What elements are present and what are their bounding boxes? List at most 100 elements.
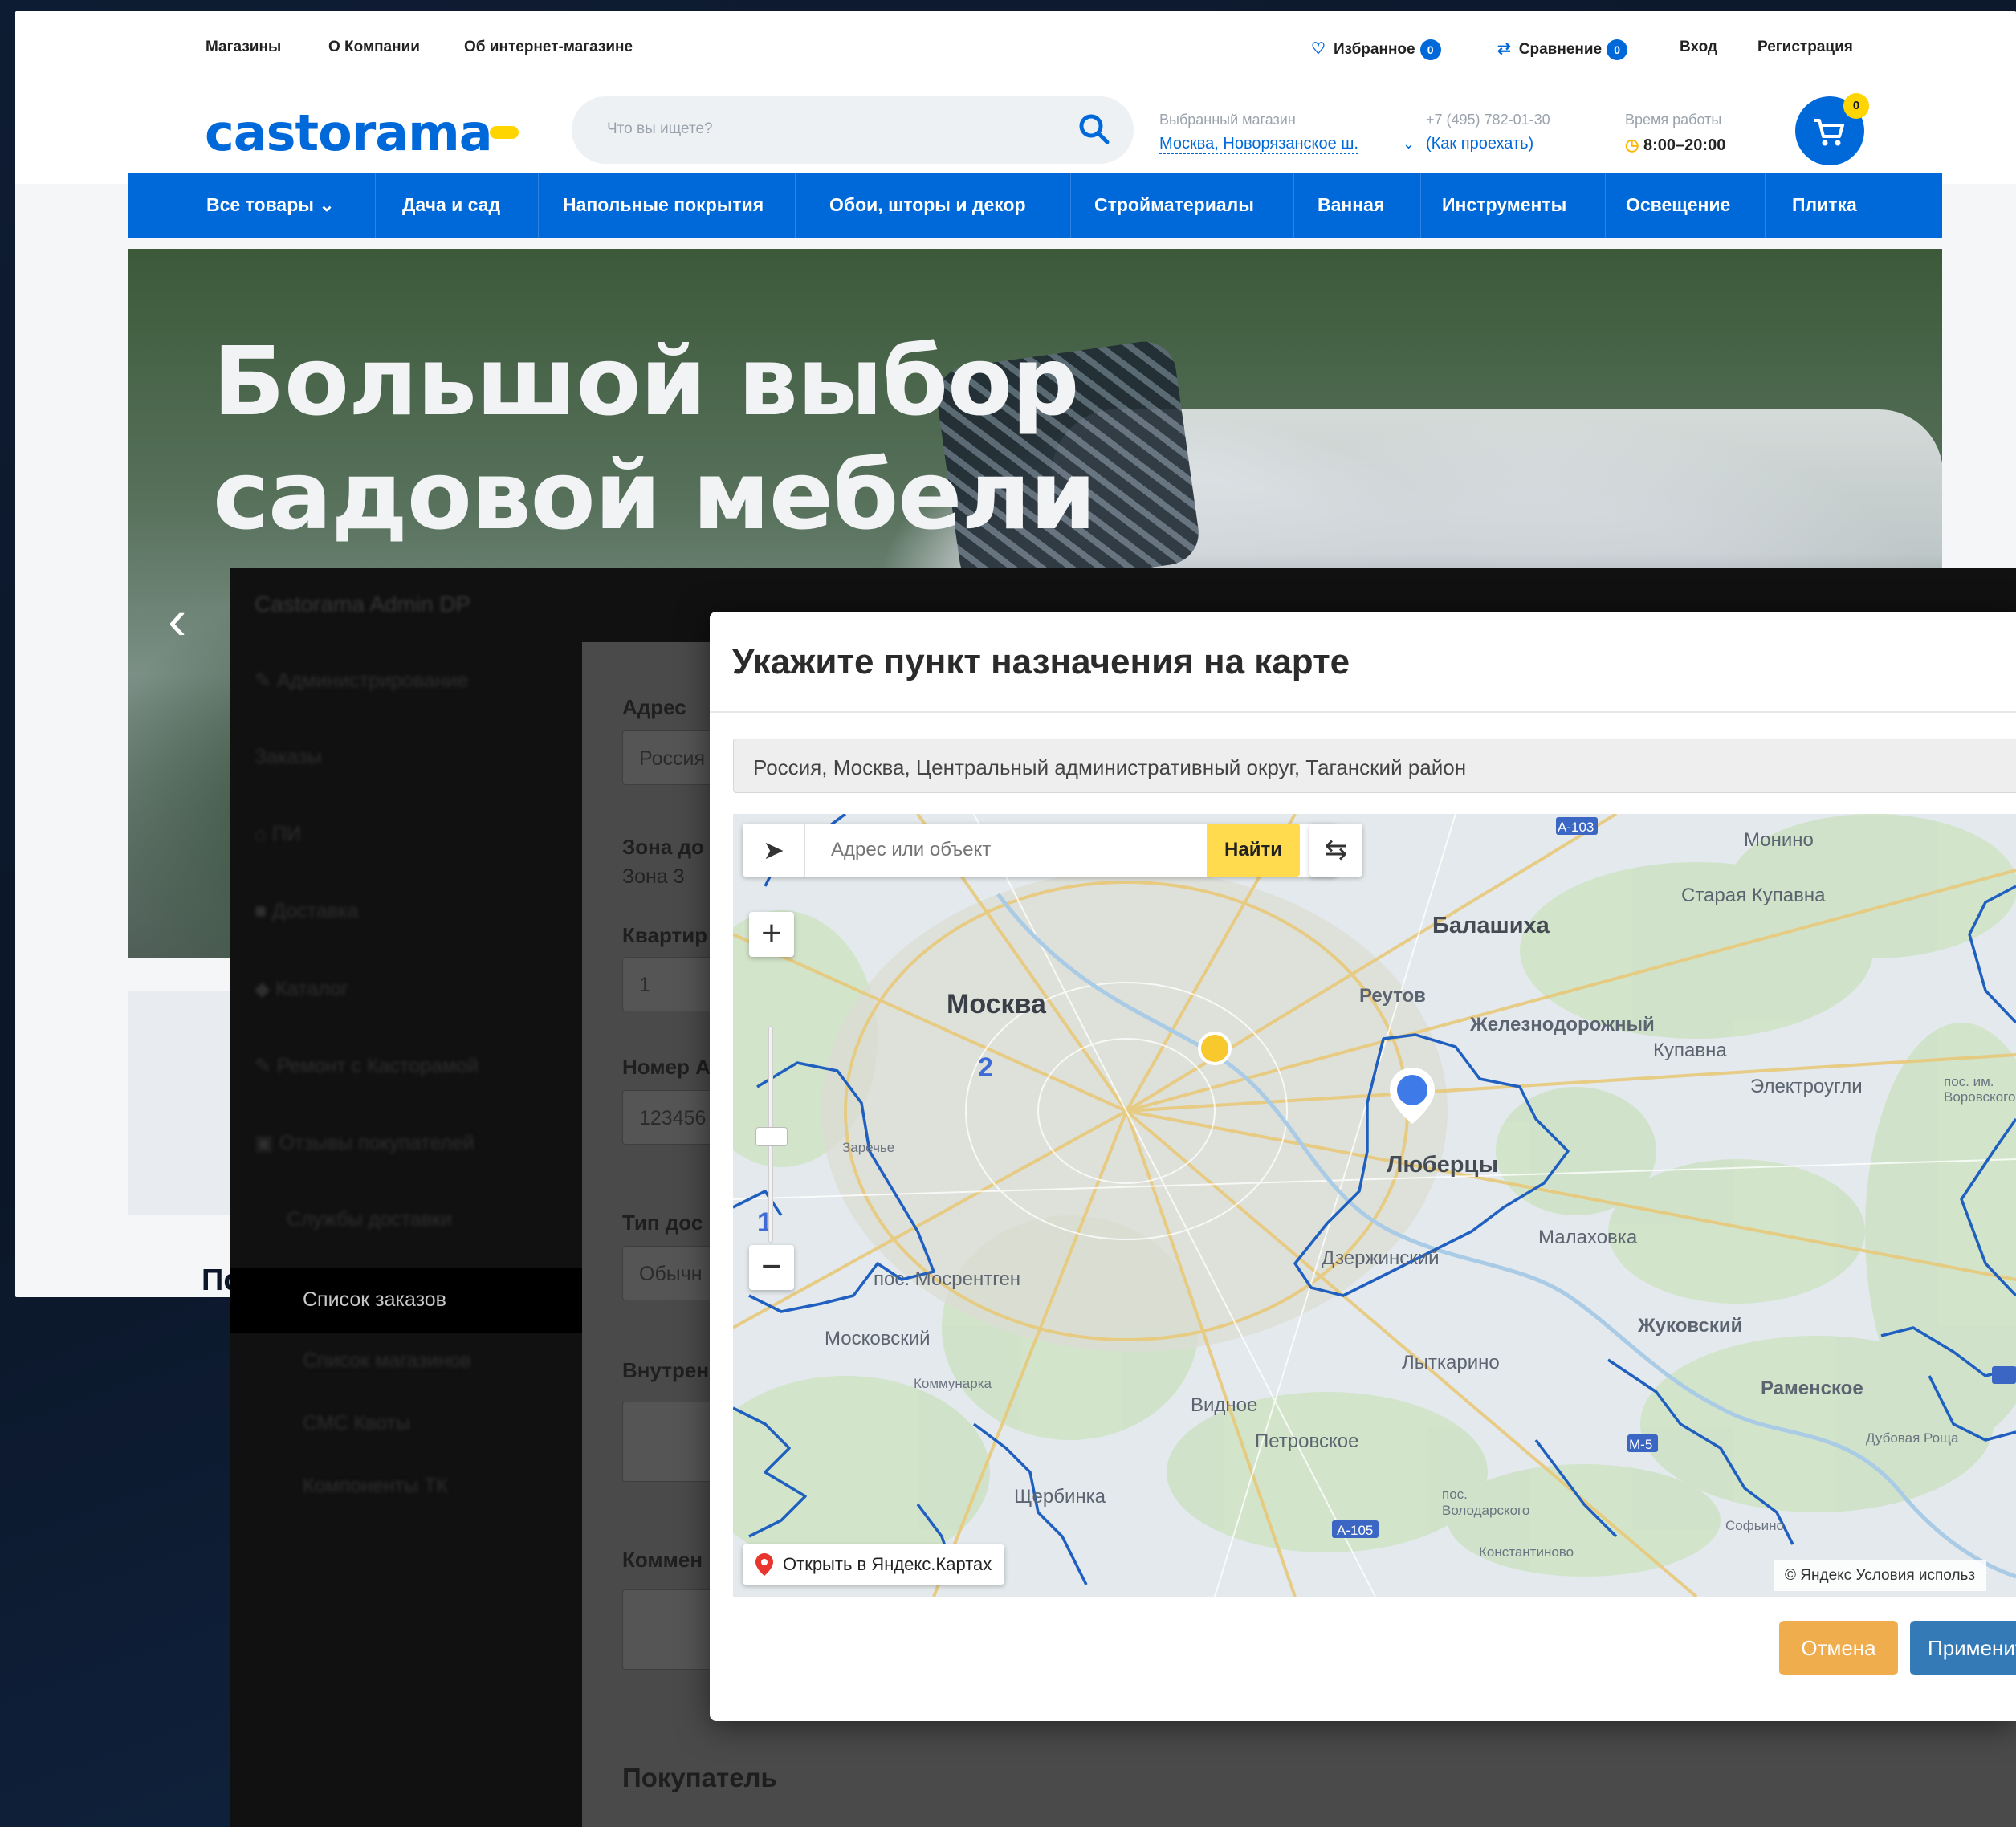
- sidebar-item-label: Каталог: [275, 978, 349, 1000]
- sidebar-item-renovation[interactable]: ✎ Ремонт с Касторамой: [255, 1054, 479, 1086]
- comment-icon: ▣: [255, 1132, 279, 1154]
- comment-textarea[interactable]: [622, 1589, 719, 1670]
- sidebar-item-reviews[interactable]: ▣ Отзывы покупателей: [255, 1131, 474, 1163]
- map-label-vidnoe: Видное: [1191, 1394, 1258, 1416]
- search-icon[interactable]: [1076, 111, 1113, 148]
- nav-bathroom[interactable]: Ванная: [1318, 173, 1384, 238]
- favorites-label: Избранное: [1333, 41, 1415, 58]
- map-find-button[interactable]: Найти: [1207, 824, 1300, 877]
- hero-title-line-2: садовой мебели: [213, 440, 1096, 551]
- nav-tiles[interactable]: Плитка: [1792, 173, 1857, 238]
- sidebar-item-delivery-services[interactable]: Службы доставки: [287, 1208, 452, 1240]
- top-link-about-shop[interactable]: Об интернет-магазине: [464, 39, 633, 56]
- apply-button[interactable]: Применить: [1910, 1621, 2016, 1675]
- nav-divider: [1293, 173, 1294, 238]
- working-hours: Время работы ◷ 8:00–20:00: [1625, 112, 1725, 155]
- map-label-kommunarka: Коммунарка: [914, 1376, 992, 1391]
- nav-flooring[interactable]: Напольные покрытия: [563, 173, 764, 238]
- nav-divider: [538, 173, 539, 238]
- nav-wallpaper-decor[interactable]: Обои, шторы и декор: [829, 173, 1026, 238]
- selected-shop-value[interactable]: Москва, Новорязанское ш.: [1159, 135, 1358, 154]
- geolocation-arrow-icon[interactable]: ➤: [743, 824, 805, 877]
- sidebar-item-catalog[interactable]: ◆ Каталог: [255, 977, 348, 1009]
- nav-building-materials[interactable]: Стройматериалы: [1094, 173, 1254, 238]
- route-icon[interactable]: ⇆: [1309, 824, 1362, 877]
- map-search-control: ➤ Найти: [743, 824, 1337, 877]
- sidebar-item-order-list[interactable]: Список заказов: [230, 1268, 582, 1333]
- map-label-malakhovka: Малаховка: [1538, 1227, 1638, 1248]
- number-input[interactable]: 123456: [622, 1090, 719, 1145]
- apartment-input[interactable]: 1: [622, 957, 719, 1011]
- modal-divider: [710, 711, 2016, 713]
- map-label-dubovaya-roshcha: Дубовая Роща: [1866, 1430, 1959, 1446]
- zoom-in-button[interactable]: +: [749, 912, 794, 957]
- sidebar-item-orders[interactable]: Заказы: [255, 746, 322, 778]
- tag-icon: ◆: [255, 978, 276, 1000]
- cart-button[interactable]: 0: [1795, 93, 1869, 165]
- map-search-input[interactable]: [831, 827, 1192, 873]
- sidebar-item-components[interactable]: Компоненты ТК: [303, 1475, 448, 1507]
- favorites-count-badge: 0: [1419, 39, 1441, 60]
- map-pin-icon: [755, 1553, 773, 1576]
- nav-tools[interactable]: Инструменты: [1442, 173, 1566, 238]
- admin-title: Castorama Admin DP: [255, 592, 471, 616]
- map-label-district-2: 2: [978, 1052, 993, 1083]
- map-canvas[interactable]: [733, 814, 2016, 1597]
- internal-comment-textarea[interactable]: [622, 1402, 719, 1482]
- nav-garden[interactable]: Дача и сад: [402, 173, 500, 238]
- hero-title-line-1: Большой выбор: [213, 326, 1080, 437]
- sidebar-item-shop-list[interactable]: Список магазинов: [303, 1349, 471, 1381]
- register-link[interactable]: Регистрация: [1757, 39, 1853, 56]
- destination-address-field[interactable]: Россия, Москва, Центральный администрати…: [733, 739, 2016, 793]
- store-search-bar[interactable]: Что вы ищете?: [572, 96, 1134, 164]
- clock-icon: ◷: [1625, 136, 1639, 154]
- number-label: Номер А: [622, 1055, 711, 1079]
- brush-icon: ✎: [255, 1055, 277, 1077]
- sidebar-item-admin[interactable]: ✎ Администрирование: [255, 669, 468, 701]
- internal-comment-label: Внутрен: [622, 1358, 710, 1382]
- cancel-button[interactable]: Отмена: [1779, 1621, 1898, 1675]
- selected-shop[interactable]: Выбранный магазин Москва, Новорязанское …: [1159, 112, 1358, 154]
- working-hours-value: ◷ 8:00–20:00: [1625, 135, 1725, 155]
- map-copyright: © Яндекс Условия использ: [1774, 1560, 1987, 1591]
- terms-of-use-link[interactable]: Условия использ: [1855, 1567, 1975, 1584]
- phone-block: +7 (495) 782-01-30 (Как проехать): [1426, 112, 1550, 153]
- compare-icon: ⇄: [1497, 40, 1511, 58]
- nav-divider: [375, 173, 376, 238]
- login-link[interactable]: Вход: [1680, 39, 1717, 56]
- chevron-left-icon[interactable]: ‹: [168, 588, 186, 652]
- phone-number: +7 (495) 782-01-30: [1426, 112, 1550, 128]
- castorama-logo[interactable]: castorama: [205, 104, 493, 162]
- nav-divider: [1420, 173, 1421, 238]
- sidebar-item-order-list-label: Список заказов: [303, 1288, 446, 1311]
- sidebar-item-pi[interactable]: ⌂ ПИ: [255, 823, 301, 855]
- nav-lighting[interactable]: Освещение: [1626, 173, 1730, 238]
- road-shield-a103: А-103: [1558, 820, 1594, 835]
- map-label-zheleznodorozhny: Железнодорожный: [1470, 1014, 1655, 1036]
- open-in-yandex-maps-button[interactable]: Открыть в Яндекс.Картах: [743, 1544, 1005, 1585]
- address-input[interactable]: Россия: [622, 730, 719, 785]
- compare-link[interactable]: ⇄ Сравнение 0: [1497, 39, 1628, 60]
- sidebar-item-delivery[interactable]: ■ Доставка: [255, 900, 358, 932]
- zoom-out-button[interactable]: −: [749, 1245, 794, 1290]
- favorites-link[interactable]: ♡ Избранное 0: [1311, 39, 1441, 60]
- directions-link[interactable]: (Как проехать): [1426, 135, 1550, 153]
- top-link-company[interactable]: О Компании: [328, 39, 420, 56]
- store-promo-card[interactable]: [128, 991, 241, 1215]
- sidebar-item-sms-quotas[interactable]: СМС Квоты: [303, 1412, 410, 1444]
- zoom-slider-handle[interactable]: [755, 1127, 788, 1146]
- shop-chevron-down-icon[interactable]: ⌄: [1403, 136, 1415, 153]
- map-label-lyubertsy: Люберцы: [1387, 1152, 1499, 1178]
- map-destination-modal: Укажите пункт назначения на карте Россия…: [710, 612, 2016, 1721]
- delivery-type-select[interactable]: Обычн: [622, 1246, 719, 1300]
- copyright-text: © Яндекс: [1785, 1567, 1852, 1584]
- yandex-map[interactable]: Москва 2 1 Балашиха Реутов Железнодорожн…: [733, 814, 2016, 1597]
- store-top-bar: Магазины О Компании Об интернет-магазине…: [15, 11, 2016, 87]
- map-label-moscow: Москва: [947, 989, 1046, 1019]
- nav-all-products[interactable]: Все товары ⌄: [206, 173, 335, 238]
- map-label-dzerzhinsky: Дзержинский: [1322, 1247, 1440, 1269]
- map-label-zhukovsky: Жуковский: [1638, 1315, 1743, 1337]
- heart-icon: ♡: [1311, 40, 1326, 58]
- top-link-shops[interactable]: Магазины: [206, 39, 281, 56]
- hero-title: Большой выбор садовой мебели: [213, 324, 1096, 552]
